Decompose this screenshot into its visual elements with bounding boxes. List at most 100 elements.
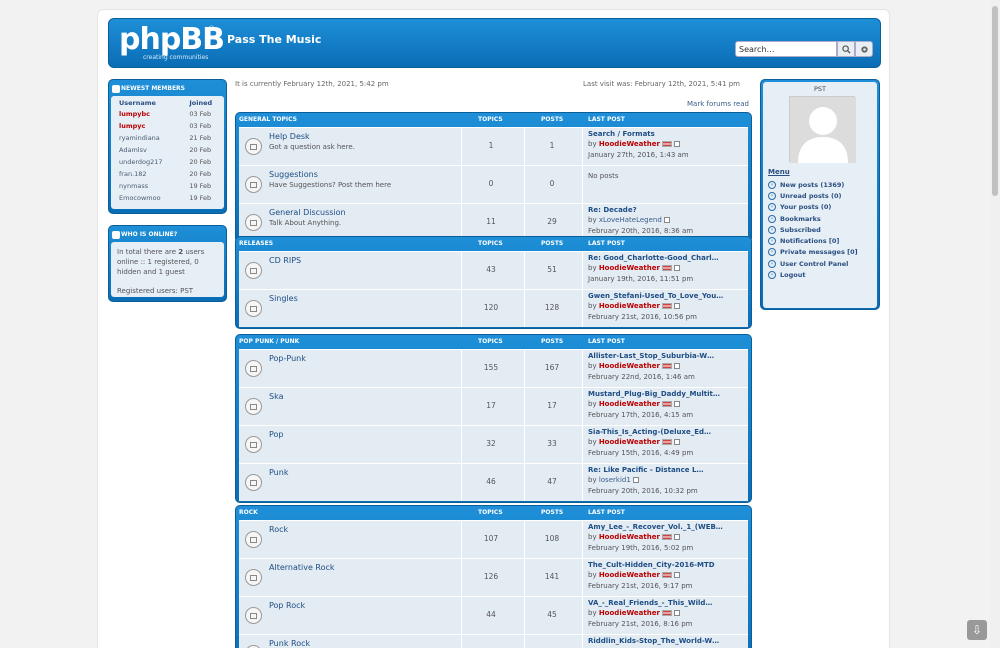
category-title[interactable]: GENERAL TOPICS — [239, 116, 297, 123]
last-post-author[interactable]: HoodieWeather — [599, 609, 660, 617]
member-name[interactable]: lumpybc — [111, 108, 189, 120]
avatar[interactable] — [789, 96, 856, 163]
advanced-search-button[interactable] — [855, 41, 873, 57]
forum-name[interactable]: General Discussion — [269, 208, 346, 217]
forum-name[interactable]: Ska — [269, 392, 283, 401]
user-menu-item[interactable]: › Bookmarks — [768, 213, 858, 224]
forum-name[interactable]: Pop Rock — [269, 601, 305, 610]
forum-row[interactable]: Punk Rock142145Riddlin_Kids-Stop_The_Wor… — [239, 634, 748, 648]
forum-name[interactable]: Punk Rock — [269, 639, 310, 648]
user-menu-item[interactable]: › New posts (1369) — [768, 179, 858, 190]
last-post-author[interactable]: loserkid1 — [599, 476, 631, 484]
last-post-title[interactable]: The_Cult-Hidden_City-2016-MTD — [588, 561, 715, 569]
scroll-down-icon[interactable]: ⇩ — [967, 620, 987, 640]
view-latest-post-icon[interactable] — [673, 363, 680, 369]
category-title[interactable]: RELEASES — [239, 240, 273, 247]
view-latest-post-icon[interactable] — [673, 303, 680, 309]
member-name[interactable]: underdog217 — [111, 156, 189, 168]
view-latest-post-icon[interactable] — [632, 477, 639, 483]
forum-row[interactable]: Pop Rock 44 45 VA_-_Real_Friends_-_This_Wil… — [239, 596, 748, 634]
forum-row[interactable]: Alternative Rock 126 141 The_Cult-Hidden_Ci… — [239, 558, 748, 596]
last-post-author[interactable]: HoodieWeather — [599, 571, 660, 579]
forum-name[interactable]: Singles — [269, 294, 298, 303]
last-post-title[interactable]: Sia-This_Is_Acting-(Deluxe_Ed… — [588, 428, 711, 436]
forum-row[interactable]: CD RIPS 43 51 Re: Good_Charlotte-Good_Charl… — [239, 251, 748, 289]
last-post-author[interactable]: HoodieWeather — [599, 140, 660, 148]
last-post-date: January 27th, 2016, 1:43 am — [588, 151, 689, 159]
member-name[interactable]: Adamlsv — [111, 144, 189, 156]
view-latest-post-icon[interactable] — [663, 217, 670, 223]
member-name[interactable]: ryamindiana — [111, 132, 189, 144]
forum-name[interactable]: CD RIPS — [269, 256, 301, 265]
view-latest-post-icon[interactable] — [673, 401, 680, 407]
divider — [524, 464, 525, 501]
last-post-title[interactable]: Gwen_Stefani-Used_To_Love_You… — [588, 292, 723, 300]
forum-row[interactable]: Punk 46 47 Re: Like Pacific - Distance L… by… — [239, 463, 748, 501]
mark-forums-read-link[interactable]: Mark forums read — [687, 100, 749, 108]
forum-name[interactable]: Pop — [269, 430, 284, 439]
last-post-title[interactable]: Search / Formats — [588, 130, 655, 138]
view-latest-post-icon[interactable] — [673, 610, 680, 616]
user-menu-item[interactable]: › User Control Panel — [768, 258, 858, 269]
last-post-author[interactable]: HoodieWeather — [599, 533, 660, 541]
forum-row[interactable]: Rock 107 108 Amy_Lee_-_Recover_Vol._1_(WEB…… — [239, 520, 748, 558]
last-post-title[interactable]: Amy_Lee_-_Recover_Vol._1_(WEB… — [588, 523, 723, 531]
last-post-author-line: by xLoveHateLegend — [588, 216, 670, 224]
member-joined: 03 Feb — [189, 110, 212, 118]
last-post-author[interactable]: HoodieWeather — [599, 400, 660, 408]
forum-name[interactable]: Pop-Punk — [269, 354, 306, 363]
forum-name[interactable]: Punk — [269, 468, 288, 477]
view-latest-post-icon[interactable] — [673, 572, 680, 578]
user-menu-item[interactable]: › Subscribed — [768, 224, 858, 235]
forum-name[interactable]: Alternative Rock — [269, 563, 335, 572]
member-name[interactable]: fran.182 — [111, 168, 189, 180]
page-scrollbar[interactable] — [990, 0, 1000, 648]
user-panel-username[interactable]: PST — [763, 82, 877, 93]
view-latest-post-icon[interactable] — [673, 265, 680, 271]
scrollbar-thumb[interactable] — [992, 6, 998, 196]
last-post-title[interactable]: Riddlin_Kids-Stop_The_World-W… — [588, 637, 719, 645]
user-menu-item[interactable]: › Logout — [768, 269, 858, 280]
last-post-author[interactable]: HoodieWeather — [599, 302, 660, 310]
last-post-author[interactable]: HoodieWeather — [599, 438, 660, 446]
last-post-title[interactable]: Re: Like Pacific - Distance L… — [588, 466, 703, 474]
user-menu-item[interactable]: › Private messages [0] — [768, 247, 858, 258]
view-latest-post-icon[interactable] — [673, 439, 680, 445]
search-button[interactable] — [837, 41, 855, 57]
forum-read-icon — [245, 360, 262, 377]
search-input[interactable]: Search… — [735, 41, 837, 57]
last-post-author-line: by HoodieWeather — [588, 264, 680, 272]
last-post-author[interactable]: HoodieWeather — [599, 362, 660, 370]
forum-name[interactable]: Suggestions — [269, 170, 318, 179]
forum-name[interactable]: Rock — [269, 525, 288, 534]
flag-icon — [661, 363, 672, 369]
last-post-title[interactable]: VA_-_Real_Friends_-_This_Wild… — [588, 599, 712, 607]
site-title[interactable]: Pass The Music — [227, 33, 321, 46]
category-title[interactable]: POP PUNK / PUNK — [239, 338, 299, 345]
last-post-title[interactable]: Mustard_Plug-Big_Daddy_Multit… — [588, 390, 720, 398]
last-post-author[interactable]: HoodieWeather — [599, 264, 660, 272]
view-latest-post-icon[interactable] — [673, 141, 680, 147]
last-post-author[interactable]: xLoveHateLegend — [599, 216, 662, 224]
user-menu-item[interactable]: › Unread posts (0) — [768, 190, 858, 201]
forum-row[interactable]: Suggestions Have Suggestions? Post them h… — [239, 165, 748, 203]
forum-row[interactable]: Help Desk Got a question ask here. 1 1 Searc… — [239, 127, 748, 165]
last-post-title[interactable]: Re: Good_Charlotte-Good_Charl… — [588, 254, 719, 262]
user-menu-label: Bookmarks — [780, 214, 821, 223]
user-menu-item[interactable]: › Notifications [0] — [768, 235, 858, 246]
view-latest-post-icon[interactable] — [673, 534, 680, 540]
member-name[interactable]: nynmass — [111, 180, 189, 192]
forum-row[interactable]: Singles 120 128 Gwen_Stefani-Used_To_Love_Y… — [239, 289, 748, 327]
member-name[interactable]: lumpyc — [111, 120, 189, 132]
category-title[interactable]: ROCK — [239, 509, 258, 516]
divider — [524, 166, 525, 203]
forum-row[interactable]: Ska 17 17 Mustard_Plug-Big_Daddy_Multit… by … — [239, 387, 748, 425]
last-post-title[interactable]: Allister-Last_Stop_Suburbia-W… — [588, 352, 714, 360]
forum-row[interactable]: Pop 32 33 Sia-This_Is_Acting-(Deluxe_Ed… by … — [239, 425, 748, 463]
divider — [461, 290, 462, 327]
user-menu-item[interactable]: › Your posts (0) — [768, 202, 858, 213]
member-name[interactable]: Emocowmoo — [111, 192, 189, 204]
forum-row[interactable]: Pop-Punk 155 167 Allister-Last_Stop_Suburbi… — [239, 349, 748, 387]
forum-name[interactable]: Help Desk — [269, 132, 310, 141]
last-post-title[interactable]: Re: Decade? — [588, 206, 637, 214]
